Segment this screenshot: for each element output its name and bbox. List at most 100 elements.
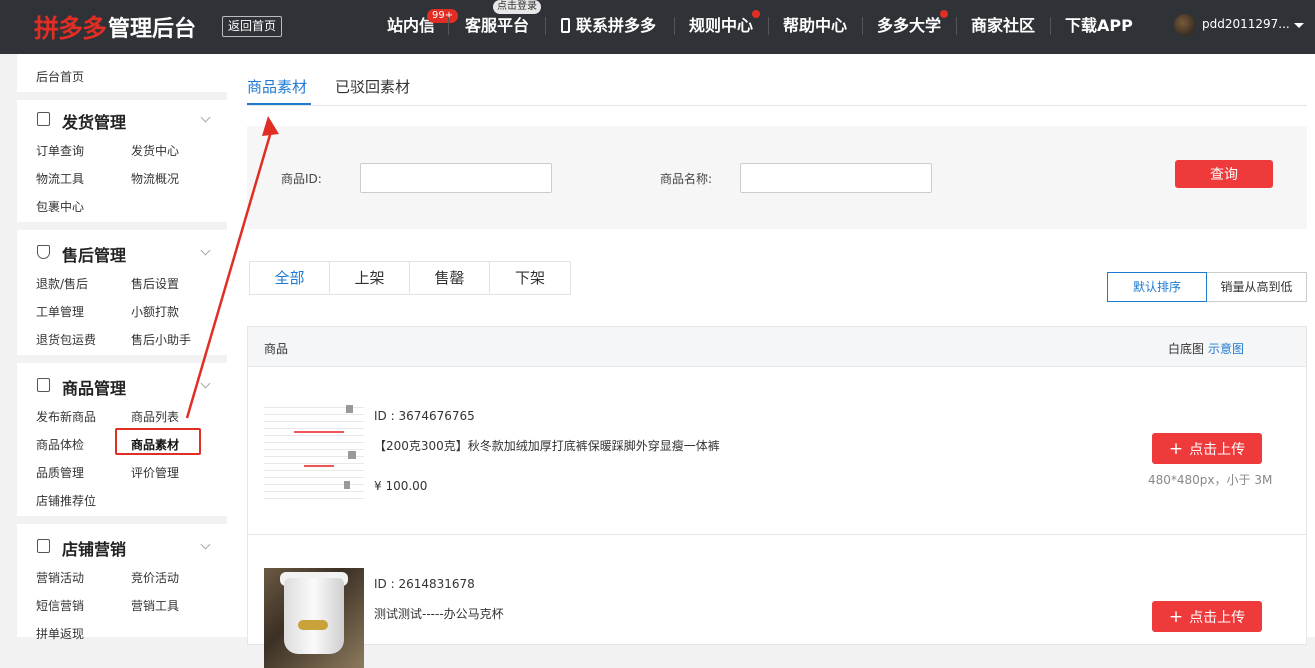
sidebar-item-campaigns[interactable]: 营销活动 xyxy=(36,569,84,586)
mug-body xyxy=(284,578,344,654)
upload-white-image-button[interactable]: + 点击上传 xyxy=(1152,601,1262,632)
login-hint-badge[interactable]: 点击登录 xyxy=(493,0,541,14)
annotation-highlight-box xyxy=(115,428,201,455)
nav-divider xyxy=(768,17,769,35)
chevron-down-icon[interactable] xyxy=(200,245,211,256)
sidebar-item-logistics-tools[interactable]: 物流工具 xyxy=(36,170,84,187)
filter-panel: 商品ID: 商品名称: 查询 xyxy=(247,126,1307,229)
query-button[interactable]: 查询 xyxy=(1175,160,1273,188)
sample-image-link[interactable]: 示意图 xyxy=(1208,340,1244,357)
pinduoduo-logo[interactable]: 拼多多 管理后台 xyxy=(34,10,196,44)
sidebar-item-small-payment[interactable]: 小额打款 xyxy=(131,303,179,320)
nav-contact-label: 联系拼多多 xyxy=(576,16,657,35)
tab-rejected-material[interactable]: 已驳回素材 xyxy=(335,76,410,97)
product-name-input[interactable] xyxy=(740,163,932,193)
plus-icon: + xyxy=(1168,438,1184,459)
sidebar-section-products[interactable]: 商品管理 xyxy=(62,375,126,399)
sidebar-item-refund[interactable]: 退款/售后 xyxy=(36,275,88,292)
status-tab-off-shelf[interactable]: 下架 xyxy=(490,262,570,294)
rules-notify-dot xyxy=(752,10,760,18)
sort-group: 默认排序 销量从高到低 xyxy=(1107,272,1307,302)
sidebar-item-marketing-tools[interactable]: 营销工具 xyxy=(131,597,179,614)
upload-size-hint: 480*480px，小于 3M xyxy=(1148,473,1273,487)
product-id-input[interactable] xyxy=(360,163,552,193)
chevron-down-icon[interactable] xyxy=(1294,23,1304,28)
sidebar-item-return-shipping[interactable]: 退货包运费 xyxy=(36,331,96,348)
gift-icon xyxy=(37,539,50,553)
chevron-down-icon[interactable] xyxy=(200,112,211,123)
chevron-down-icon[interactable] xyxy=(200,378,211,389)
sidebar-item-aftersale-settings[interactable]: 售后设置 xyxy=(131,275,179,292)
tab-divider xyxy=(247,105,1307,106)
product-name: 测试测试-----办公马克杯 xyxy=(374,607,504,621)
shield-icon xyxy=(37,245,50,259)
sidebar-item-ticket[interactable]: 工单管理 xyxy=(36,303,84,320)
sidebar-section-aftersale[interactable]: 售后管理 xyxy=(62,242,126,266)
status-tab-on-shelf[interactable]: 上架 xyxy=(330,262,410,294)
nav-help[interactable]: 帮助中心 xyxy=(783,14,847,38)
sidebar-item-product-check[interactable]: 商品体检 xyxy=(36,436,84,453)
sidebar-item-reviews[interactable]: 评价管理 xyxy=(131,464,179,481)
nav-rules[interactable]: 规则中心 xyxy=(689,14,753,38)
column-header-white-image: 白底图 xyxy=(1168,342,1205,356)
product-id: ID : 3674676765 xyxy=(374,409,475,423)
avatar[interactable] xyxy=(1174,14,1196,36)
table-header: 商品 白底图 示意图 xyxy=(247,326,1307,367)
sidebar-divider xyxy=(17,355,227,363)
product-id: ID : 2614831678 xyxy=(374,577,475,591)
sort-sales-desc-button[interactable]: 销量从高到低 xyxy=(1207,272,1307,302)
upload-button-label: 点击上传 xyxy=(1189,609,1246,626)
column-header-product: 商品 xyxy=(264,342,289,356)
sidebar-item-package-center[interactable]: 包裹中心 xyxy=(36,198,84,215)
nav-university[interactable]: 多多大学 xyxy=(877,14,941,38)
sidebar: 后台首页 发货管理 订单查询 发货中心 物流工具 物流概况 包裹中心 售后管理 … xyxy=(17,54,227,641)
nav-download-app[interactable]: 下载APP xyxy=(1065,14,1133,38)
main-content: 商品素材 已驳回素材 商品ID: 商品名称: 查询 全部 上架 售罄 下架 默认… xyxy=(227,54,1315,668)
nav-divider xyxy=(1050,17,1051,35)
nav-divider xyxy=(674,17,675,35)
sidebar-item-order-query[interactable]: 订单查询 xyxy=(36,142,84,159)
phone-icon xyxy=(561,18,570,33)
product-price: ¥ 100.00 xyxy=(374,479,428,493)
sidebar-section-shipping[interactable]: 发货管理 xyxy=(62,109,126,133)
mug-decoration xyxy=(298,620,328,630)
back-home-button[interactable]: 返回首页 xyxy=(222,16,283,37)
nav-contact[interactable]: 联系拼多多 xyxy=(561,14,656,38)
document-icon xyxy=(37,112,50,126)
product-thumbnail[interactable] xyxy=(264,568,364,668)
sidebar-item-home[interactable]: 后台首页 xyxy=(36,68,84,85)
nav-divider xyxy=(862,17,863,35)
sidebar-item-publish-product[interactable]: 发布新商品 xyxy=(36,408,96,425)
plus-icon: + xyxy=(1168,606,1184,627)
chevron-down-icon[interactable] xyxy=(200,539,211,550)
top-navbar: 拼多多 管理后台 返回首页 站内信 99+ 客服平台 点击登录 联系拼多多 规则… xyxy=(0,0,1315,54)
sidebar-item-cashback[interactable]: 拼单返现 xyxy=(36,625,84,642)
nav-customer-service[interactable]: 客服平台 xyxy=(465,14,529,38)
sidebar-item-store-recommend[interactable]: 店铺推荐位 xyxy=(36,492,96,509)
bag-icon xyxy=(37,378,50,392)
sidebar-item-product-list[interactable]: 商品列表 xyxy=(131,408,179,425)
nav-community[interactable]: 商家社区 xyxy=(971,14,1035,38)
active-tab-indicator xyxy=(247,103,311,105)
sidebar-item-logistics-overview[interactable]: 物流概况 xyxy=(131,170,179,187)
upload-white-image-button[interactable]: + 点击上传 xyxy=(1152,433,1262,464)
status-tab-all[interactable]: 全部 xyxy=(250,262,330,294)
sidebar-divider xyxy=(17,92,227,100)
tab-product-material[interactable]: 商品素材 xyxy=(247,76,307,97)
product-name-label: 商品名称: xyxy=(660,172,713,186)
sidebar-item-quality[interactable]: 品质管理 xyxy=(36,464,84,481)
sidebar-section-marketing[interactable]: 店铺营销 xyxy=(62,536,126,560)
logo-brand-text: 拼多多 xyxy=(34,14,107,43)
username[interactable]: pdd2011297... xyxy=(1202,17,1290,31)
product-name: 【200克300克】秋冬款加绒加厚打底裤保暖踩脚外穿显瘦一体裤 xyxy=(374,439,720,453)
table-row: ID : 2614831678 测试测试-----办公马克杯 + 点击上传 xyxy=(247,535,1307,668)
status-tab-sold-out[interactable]: 售罄 xyxy=(410,262,490,294)
sidebar-item-sms[interactable]: 短信营销 xyxy=(36,597,84,614)
sort-default-button[interactable]: 默认排序 xyxy=(1107,272,1207,302)
product-thumbnail[interactable] xyxy=(264,401,364,501)
sidebar-item-bidding[interactable]: 竞价活动 xyxy=(131,569,179,586)
logo-title-text: 管理后台 xyxy=(108,17,197,42)
product-id-label: 商品ID: xyxy=(281,172,322,186)
sidebar-item-aftersale-assistant[interactable]: 售后小助手 xyxy=(131,331,191,348)
sidebar-item-shipping-center[interactable]: 发货中心 xyxy=(131,142,179,159)
